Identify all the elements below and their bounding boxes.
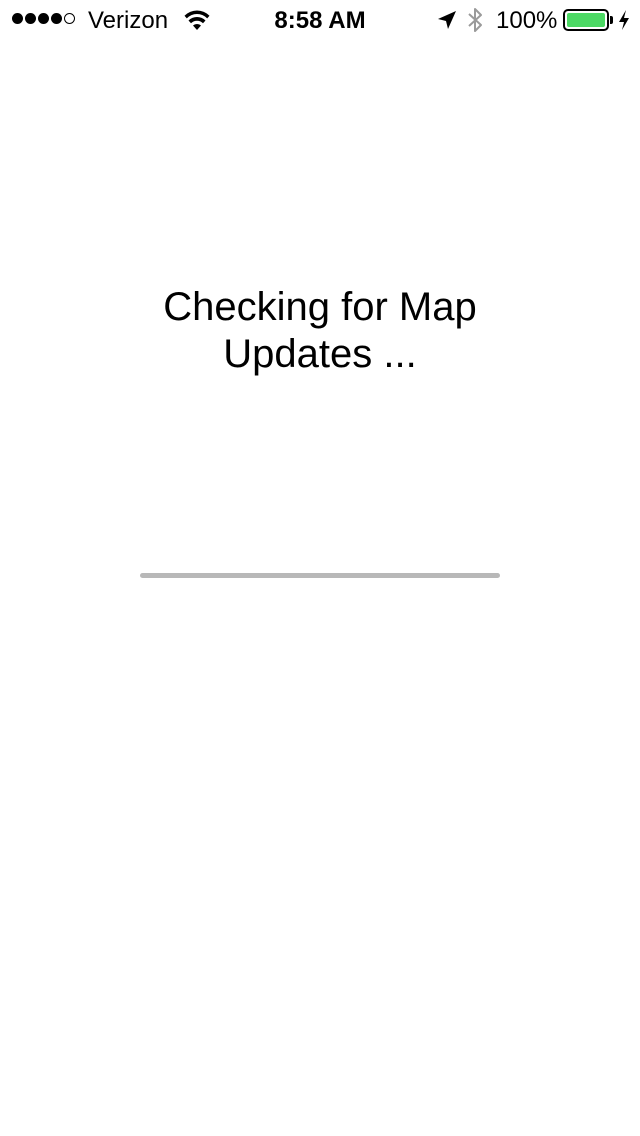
charging-bolt-icon: [619, 10, 629, 30]
battery-icon: [563, 9, 609, 31]
loading-message: Checking for Map Updates ...: [0, 284, 640, 378]
progress-bar: [140, 573, 500, 578]
loading-message-line-2: Updates ...: [223, 332, 417, 376]
location-arrow-icon: [438, 11, 456, 29]
bluetooth-icon: [468, 8, 482, 32]
loading-message-line-1: Checking for Map: [163, 285, 477, 329]
status-bar: Verizon 8:58 AM 100%: [0, 0, 640, 40]
battery-level-fill: [567, 13, 605, 27]
battery-nub: [610, 16, 613, 24]
battery-percentage: 100%: [496, 7, 558, 34]
